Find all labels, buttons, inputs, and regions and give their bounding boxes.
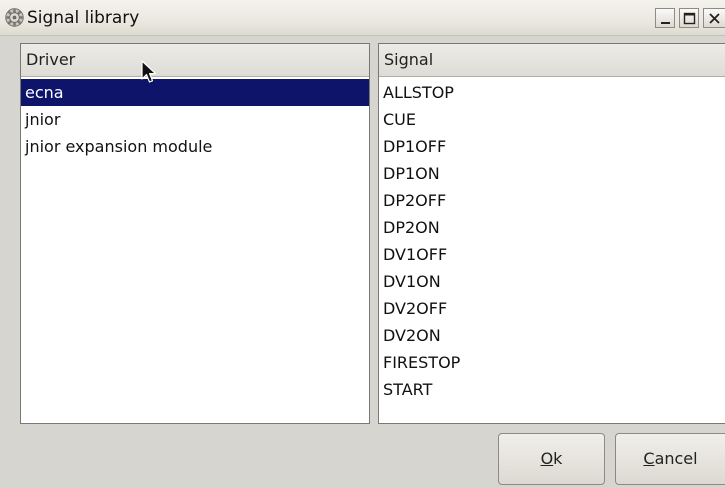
driver-list-item[interactable]: jnior [21,106,369,133]
maximize-icon [683,12,696,25]
signal-list-item[interactable]: DP1ON [379,160,725,187]
signal-list[interactable]: Signal ALLSTOP CUE DP1OFF DP1ON DP2OFF DP2ON D… [378,43,725,424]
signal-list-item[interactable]: FIRESTOP [379,349,725,376]
ok-label: k [553,449,563,468]
driver-rows: ecna jnior jnior expansion module [21,77,369,160]
title-bar[interactable]: Signal library [0,0,725,36]
signal-list-item[interactable]: DP1OFF [379,133,725,160]
signal-list-item[interactable]: START [379,376,725,403]
signal-column-header[interactable]: Signal [379,44,725,77]
signal-list-item[interactable]: DV1OFF [379,241,725,268]
signal-rows: ALLSTOP CUE DP1OFF DP1ON DP2OFF DP2ON DV1OFF DV… [379,77,725,403]
close-icon [709,13,720,24]
mouse-cursor-icon [141,60,157,83]
signal-list-item[interactable]: DP2ON [379,214,725,241]
driver-list[interactable]: Driver ecna jnior jnior expansion module [20,43,370,424]
signal-list-item[interactable]: DP2OFF [379,187,725,214]
signal-list-item[interactable]: DV1ON [379,268,725,295]
close-button[interactable] [703,8,725,28]
signal-list-item[interactable]: DV2OFF [379,295,725,322]
cancel-button[interactable]: Cancel [615,433,725,485]
maximize-button[interactable] [679,8,699,28]
signal-list-item[interactable]: ALLSTOP [379,79,725,106]
minimize-button[interactable] [655,8,675,28]
ok-mnemonic: O [540,449,554,468]
window-title: Signal library [27,8,140,28]
driver-list-item[interactable]: jnior expansion module [21,133,369,160]
signal-list-item[interactable]: CUE [379,106,725,133]
cancel-label: ancel [654,449,698,468]
driver-column-header[interactable]: Driver [21,44,369,77]
cancel-mnemonic: C [643,449,655,468]
ok-button[interactable]: Ok [498,433,605,485]
signal-list-item[interactable]: DV2ON [379,322,725,349]
minimize-icon [661,22,670,24]
driver-list-item[interactable]: ecna [21,79,369,106]
gear-icon [5,8,24,27]
